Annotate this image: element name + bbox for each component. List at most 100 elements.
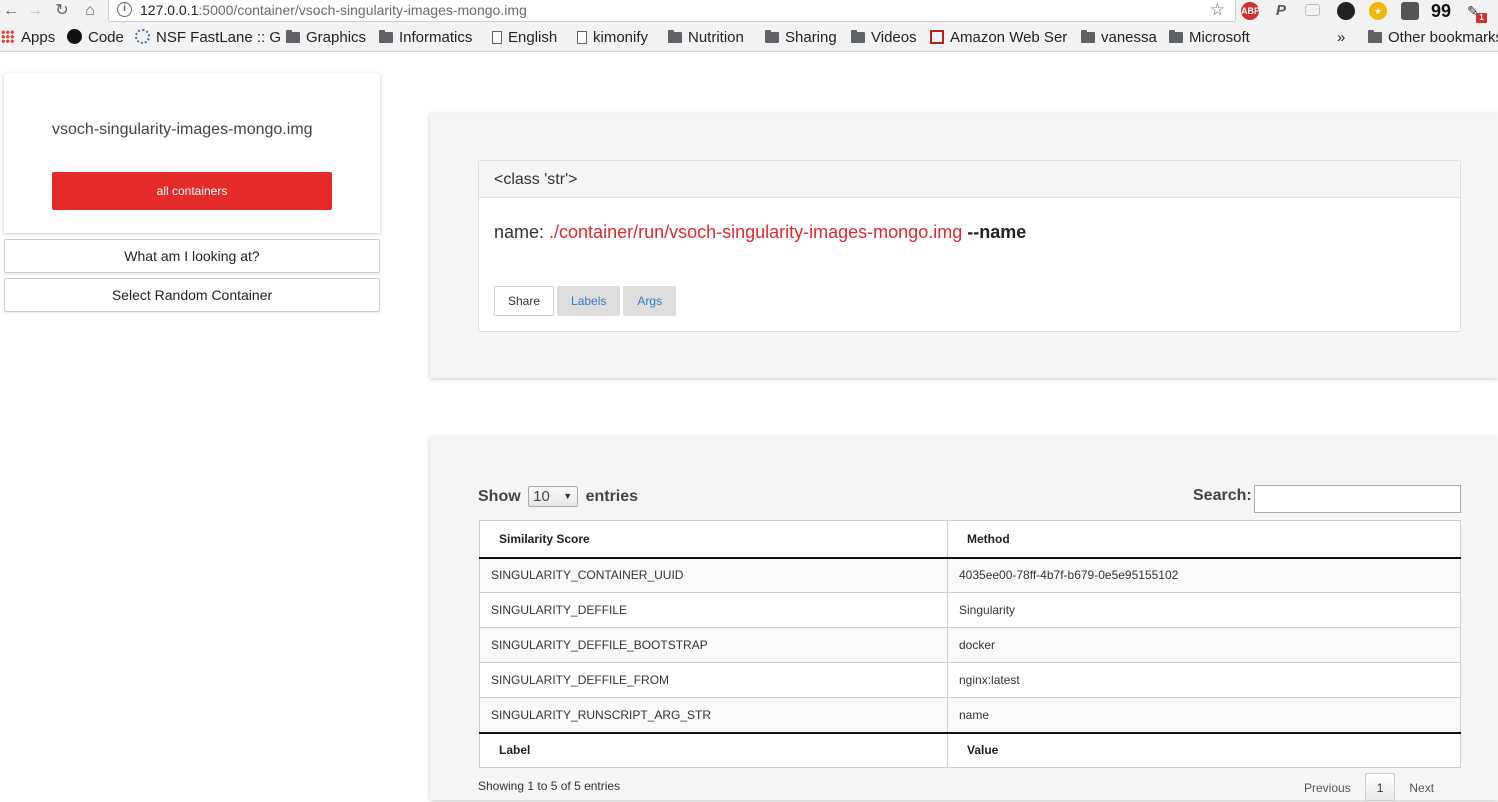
bookmark-nutrition[interactable]: Nutrition <box>668 27 744 49</box>
bookmark-code[interactable]: Code <box>67 27 124 49</box>
folder-icon <box>765 30 779 43</box>
select-random-container-button[interactable]: Select Random Container <box>4 278 380 312</box>
github-icon <box>67 29 82 44</box>
name-line: name: ./container/run/vsoch-singularity-… <box>494 222 1026 243</box>
length-control: Show 10 ▼ entries <box>478 486 638 507</box>
table-row: SINGULARITY_RUNSCRIPT_ARG_STR name <box>479 697 1461 733</box>
bookmark-nsf-fastlane[interactable]: NSF FastLane :: G <box>135 27 281 49</box>
reload-icon[interactable]: ↻ <box>51 1 73 21</box>
container-title: vsoch-singularity-images-mongo.img <box>52 121 313 138</box>
table-cell: SINGULARITY_DEFFILE_FROM <box>479 662 948 698</box>
folder-icon <box>286 30 300 43</box>
star-badge-icon[interactable]: ★ <box>1369 2 1387 20</box>
aws-icon <box>930 30 944 44</box>
caret-down-icon: ▼ <box>563 491 573 501</box>
table-cell: SINGULARITY_CONTAINER_UUID <box>479 557 948 593</box>
table-cell: Singularity <box>947 592 1461 628</box>
back-icon[interactable]: ← <box>0 1 22 21</box>
folder-icon <box>1368 30 1382 43</box>
search-label: Search: <box>1193 487 1252 504</box>
data-table: Similarity Score Method SINGULARITY_CONT… <box>479 520 1461 768</box>
container-card: vsoch-singularity-images-mongo.img all c… <box>4 73 380 233</box>
page-icon <box>492 31 502 44</box>
table-cell: docker <box>947 627 1461 663</box>
card-header: <class 'str'> <box>479 161 1460 198</box>
extension-dark-icon[interactable] <box>1337 2 1355 20</box>
url-path: :5000/container/vsoch-singularity-images… <box>198 2 527 18</box>
apps-grid-icon <box>1 30 14 43</box>
forward-icon[interactable]: → <box>24 1 46 21</box>
nsf-icon <box>135 29 150 44</box>
bookmark-vanessa[interactable]: vanessa <box>1081 27 1157 49</box>
page-icon <box>577 31 587 44</box>
page-1-button[interactable]: 1 <box>1364 773 1396 801</box>
folder-icon <box>1081 30 1095 43</box>
address-bar[interactable]: i 127.0.0.1:5000/container/vsoch-singula… <box>108 0 1236 22</box>
folder-icon <box>668 30 682 43</box>
folder-icon <box>1169 30 1183 43</box>
entries-select[interactable]: 10 ▼ <box>528 486 579 507</box>
table-info: Showing 1 to 5 of 5 entries <box>478 779 621 793</box>
column-header-method[interactable]: Method <box>947 520 1461 559</box>
table-cell: SINGULARITY_RUNSCRIPT_ARG_STR <box>479 697 948 733</box>
table-footer-row: Label Value <box>479 731 1461 768</box>
paypal-icon[interactable]: P <box>1272 2 1290 20</box>
table-panel: Show 10 ▼ entries Search: Similarity Scor… <box>430 437 1498 802</box>
bookmark-aws[interactable]: Amazon Web Ser <box>930 27 1067 49</box>
args-button[interactable]: Args <box>623 286 677 316</box>
quote-icon[interactable]: 99 <box>1431 2 1451 20</box>
card-button-row: Share Labels Args <box>494 286 677 316</box>
bookmark-sharing[interactable]: Sharing <box>765 27 837 49</box>
bookmark-apps[interactable]: Apps <box>1 27 55 49</box>
bookmark-graphics[interactable]: Graphics <box>286 27 366 49</box>
next-page-button[interactable]: Next <box>1395 774 1448 802</box>
comment-icon[interactable] <box>1305 4 1320 16</box>
site-info-icon[interactable]: i <box>117 2 132 17</box>
table-row: SINGULARITY_DEFFILE_BOOTSTRAP docker <box>479 627 1461 663</box>
bookmarks-overflow-button[interactable]: » <box>1337 27 1345 49</box>
folder-icon <box>851 30 865 43</box>
labels-button[interactable]: Labels <box>557 286 621 316</box>
column-header-similarity-score[interactable]: Similarity Score <box>479 520 948 559</box>
show-label: Show <box>478 488 521 505</box>
notification-badge: 1 <box>1476 13 1487 23</box>
all-containers-button[interactable]: all containers <box>52 172 332 210</box>
entries-label: entries <box>585 488 639 505</box>
bookmark-informatics[interactable]: Informatics <box>379 27 472 49</box>
name-path: ./container/run/vsoch-singularity-images… <box>549 222 963 242</box>
pagination: Previous 1 Next <box>1290 773 1448 802</box>
extension-shield-icon[interactable] <box>1401 2 1419 20</box>
home-icon[interactable]: ⌂ <box>79 1 101 21</box>
table-cell: SINGULARITY_DEFFILE_BOOTSTRAP <box>479 627 948 663</box>
table-row: SINGULARITY_DEFFILE Singularity <box>479 592 1461 628</box>
search-input[interactable] <box>1254 485 1461 513</box>
bookmark-star-icon[interactable]: ☆ <box>1210 0 1225 20</box>
label-card: <class 'str'> name: ./container/run/vsoc… <box>478 160 1461 332</box>
table-cell: SINGULARITY_DEFFILE <box>479 592 948 628</box>
footer-label: Label <box>479 731 948 768</box>
info-panel: <class 'str'> name: ./container/run/vsoc… <box>430 113 1498 378</box>
table-cell: nginx:latest <box>947 662 1461 698</box>
previous-page-button[interactable]: Previous <box>1290 774 1365 802</box>
table-row: SINGULARITY_DEFFILE_FROM nginx:latest <box>479 662 1461 698</box>
footer-value: Value <box>947 731 1461 768</box>
folder-icon <box>379 30 393 43</box>
bookmark-english[interactable]: English <box>492 27 557 49</box>
bookmark-videos[interactable]: Videos <box>851 27 917 49</box>
table-header-row: Similarity Score Method <box>479 520 1461 559</box>
bookmark-microsoft[interactable]: Microsoft <box>1169 27 1250 49</box>
adblock-icon[interactable]: ABP <box>1241 2 1260 20</box>
what-am-i-looking-at-button[interactable]: What am I looking at? <box>4 239 380 273</box>
table-row: SINGULARITY_CONTAINER_UUID 4035ee00-78ff… <box>479 557 1461 593</box>
name-flag: --name <box>967 222 1027 242</box>
entries-select-value: 10 <box>533 488 550 505</box>
url-text[interactable]: 127.0.0.1:5000/container/vsoch-singulari… <box>140 0 527 20</box>
bookmarks-bar: Apps Code NSF FastLane :: G Graphics Inf… <box>0 24 1498 52</box>
url-host: 127.0.0.1 <box>140 2 199 18</box>
table-cell: name <box>947 697 1461 733</box>
share-button[interactable]: Share <box>494 286 555 316</box>
bookmark-other[interactable]: Other bookmarks <box>1368 27 1498 49</box>
table-cell: 4035ee00-78ff-4b7f-b679-0e5e95155102 <box>947 557 1461 593</box>
bookmark-kimonify[interactable]: kimonify <box>577 27 648 49</box>
browser-toolbar: ← → ↻ ⌂ i 127.0.0.1:5000/container/vsoch… <box>0 0 1498 24</box>
